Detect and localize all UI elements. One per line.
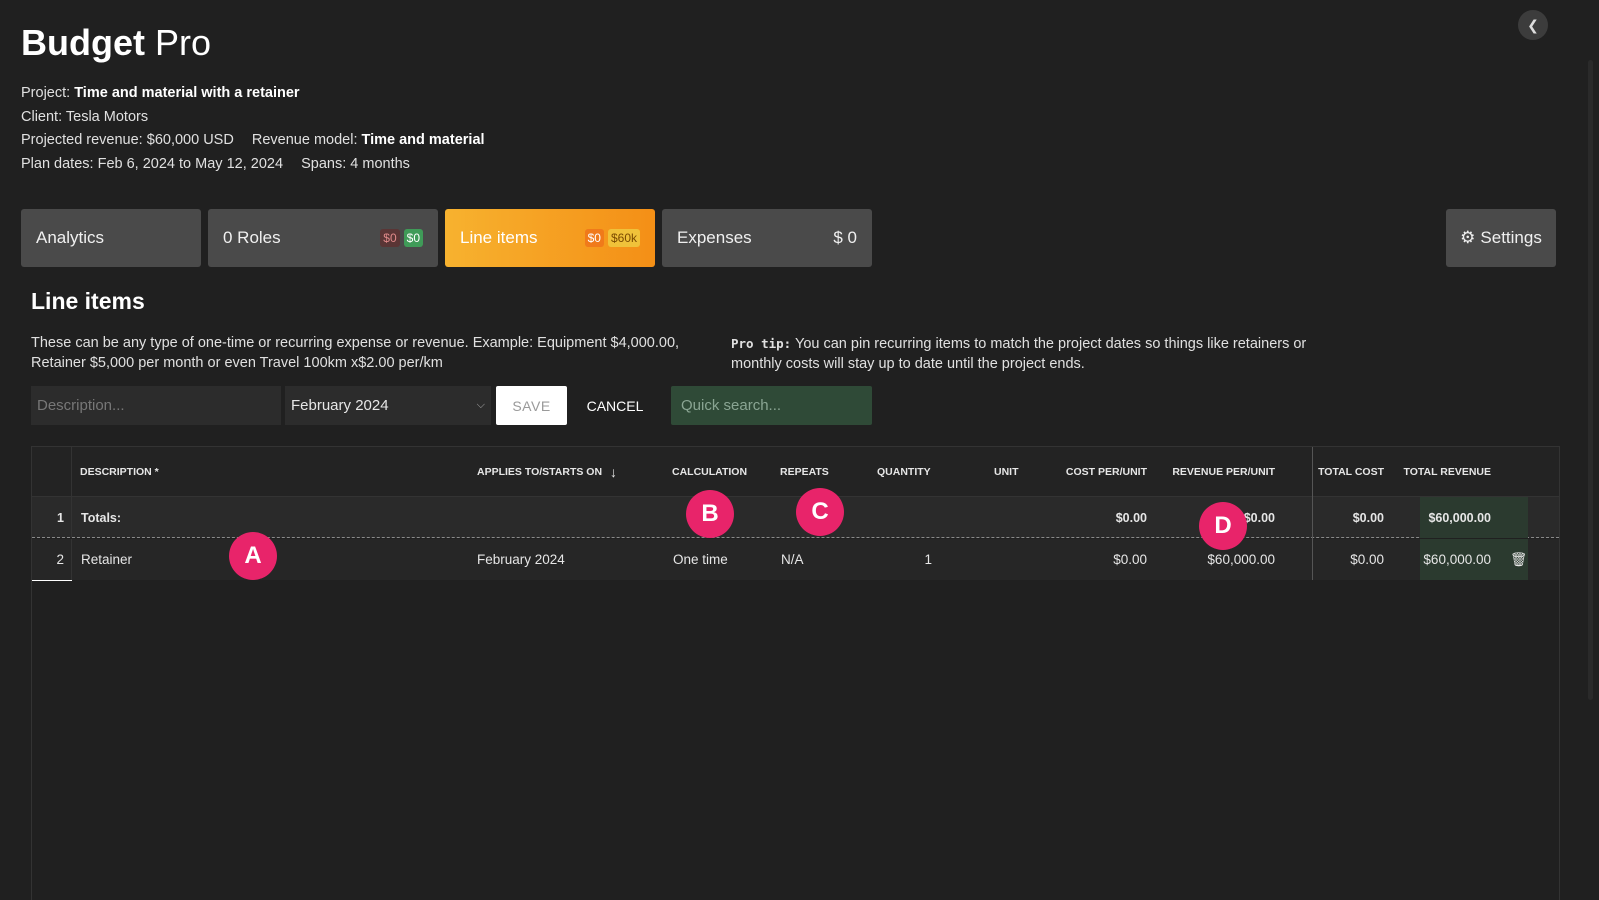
- tab-analytics-label: Analytics: [36, 228, 105, 247]
- annotation-marker-a: A: [229, 532, 277, 580]
- cell-total-cost: $0.00: [1350, 552, 1384, 567]
- cell-quantity[interactable]: 1: [882, 539, 932, 580]
- app-title-bold: Budget: [21, 22, 145, 63]
- pro-tip: Pro tip: You can pin recurring items to …: [731, 334, 1341, 374]
- totals-total-revenue: $60,000.00: [1428, 510, 1491, 525]
- tab-analytics[interactable]: Analytics: [21, 209, 201, 267]
- chevron-left-icon: ❮: [1527, 16, 1539, 33]
- header-quantity[interactable]: QUANTITY: [877, 447, 931, 497]
- header-applies[interactable]: APPLIES TO/STARTS ON ↓: [477, 447, 617, 497]
- section-description: These can be any type of one-time or rec…: [31, 335, 680, 371]
- row-number: 1: [57, 510, 64, 525]
- client-value: Tesla Motors: [65, 108, 149, 125]
- line-revenue-badge: $60k: [607, 229, 640, 247]
- row-number: 2: [56, 552, 64, 567]
- cell-cost-per-unit[interactable]: $0.00: [1042, 539, 1147, 580]
- header-cost-per-unit[interactable]: COST PER/UNIT: [1042, 447, 1147, 497]
- end-date[interactable]: May 12, 2024: [195, 156, 283, 172]
- project-meta: Project: Time and material with a retain…: [21, 82, 485, 176]
- dates-to: to: [179, 155, 192, 172]
- quick-search-input[interactable]: Quick search...: [671, 386, 872, 425]
- pro-tip-text: You can pin recurring items to match the…: [731, 336, 1307, 372]
- annotation-marker-c: C: [796, 488, 844, 536]
- cell-total-revenue: $60,000.00: [1423, 552, 1491, 567]
- header-description[interactable]: DESCRIPTION *: [80, 447, 159, 497]
- totals-cost-per-unit: $0.00: [1115, 510, 1147, 525]
- header-revenue-per-unit[interactable]: REVENUE PER/UNIT: [1162, 447, 1275, 497]
- month-select-value: February 2024: [291, 397, 389, 414]
- project-value: Time and material with a retainer: [74, 85, 300, 101]
- tab-roles-label: 0 Roles: [223, 228, 281, 247]
- tab-line-items[interactable]: Line items $0 $60k: [445, 209, 655, 267]
- collapse-button[interactable]: ❮: [1518, 10, 1548, 40]
- revenue-value: $60,000 USD: [146, 132, 234, 148]
- spans-label: Spans:: [301, 155, 347, 172]
- model-label: Revenue model:: [251, 132, 358, 148]
- revenue-label: Projected revenue:: [21, 132, 143, 148]
- header-unit[interactable]: UNIT: [994, 447, 1019, 497]
- month-select[interactable]: February 2024 ⌵: [285, 386, 491, 425]
- project-label: Project:: [21, 85, 71, 101]
- cell-repeats[interactable]: N/A: [781, 539, 804, 580]
- description-input[interactable]: Description...: [31, 386, 281, 425]
- settings-label: Settings: [1480, 228, 1542, 247]
- cancel-button[interactable]: CANCEL: [577, 386, 653, 425]
- project-line: Project: Time and material with a retain…: [21, 82, 485, 106]
- app-title: Budget Pro: [21, 22, 211, 64]
- client-label: Client:: [21, 108, 63, 125]
- chevron-down-icon: ⌵: [476, 399, 485, 411]
- cell-applies[interactable]: February 2024: [477, 539, 565, 580]
- totals-label: Totals:: [81, 510, 122, 525]
- gear-icon: ⚙: [1460, 228, 1476, 247]
- header-applies-label: APPLIES TO/STARTS ON: [477, 466, 603, 478]
- cell-description[interactable]: Retainer: [81, 539, 132, 580]
- app-title-light: Pro: [155, 22, 212, 63]
- trash-icon[interactable]: 🗑: [1510, 539, 1527, 580]
- annotation-marker-b: B: [686, 490, 734, 538]
- model-value: Time and material: [361, 132, 485, 148]
- roles-cost-badge: $0: [380, 229, 400, 247]
- pro-tip-label: Pro tip:: [731, 336, 792, 351]
- annotation-marker-d: D: [1199, 502, 1247, 550]
- scrollbar[interactable]: [1588, 60, 1593, 700]
- client-line: Client: Tesla Motors: [21, 106, 485, 130]
- totals-total-cost: $0.00: [1352, 510, 1384, 525]
- section-title: Line items: [31, 288, 145, 314]
- line-cost-badge: $0: [584, 229, 604, 247]
- roles-revenue-badge: $0: [403, 229, 423, 247]
- header-total-cost[interactable]: TOTAL COST: [1302, 447, 1384, 497]
- tab-line-items-label: Line items: [460, 228, 538, 247]
- dates-label: Plan dates:: [21, 155, 94, 172]
- tab-expenses[interactable]: Expenses $ 0: [662, 209, 872, 267]
- dates-line: Plan dates: Feb 6, 2024 to May 12, 2024 …: [21, 153, 485, 177]
- cell-calculation[interactable]: One time: [673, 539, 728, 580]
- tab-expenses-label: Expenses: [677, 228, 752, 247]
- start-date[interactable]: Feb 6, 2024: [98, 156, 175, 172]
- tab-roles[interactable]: 0 Roles $0 $0: [208, 209, 438, 267]
- header-total-revenue[interactable]: TOTAL REVENUE: [1392, 447, 1491, 497]
- arrow-down-icon: ↓: [610, 464, 618, 480]
- row-number-header: [32, 447, 72, 496]
- totals-row: 1 Totals: $0.00 $0.00 $0.00 $60,000.00: [32, 497, 1559, 538]
- revenue-line: Projected revenue: $60,000 USD Revenue m…: [21, 129, 485, 153]
- settings-button[interactable]: ⚙ Settings: [1446, 209, 1556, 267]
- save-button[interactable]: SAVE: [496, 386, 567, 425]
- spans-value: 4 months: [350, 155, 410, 172]
- table-header: DESCRIPTION * APPLIES TO/STARTS ON ↓ CAL…: [32, 447, 1559, 497]
- expenses-value: $ 0: [833, 228, 857, 247]
